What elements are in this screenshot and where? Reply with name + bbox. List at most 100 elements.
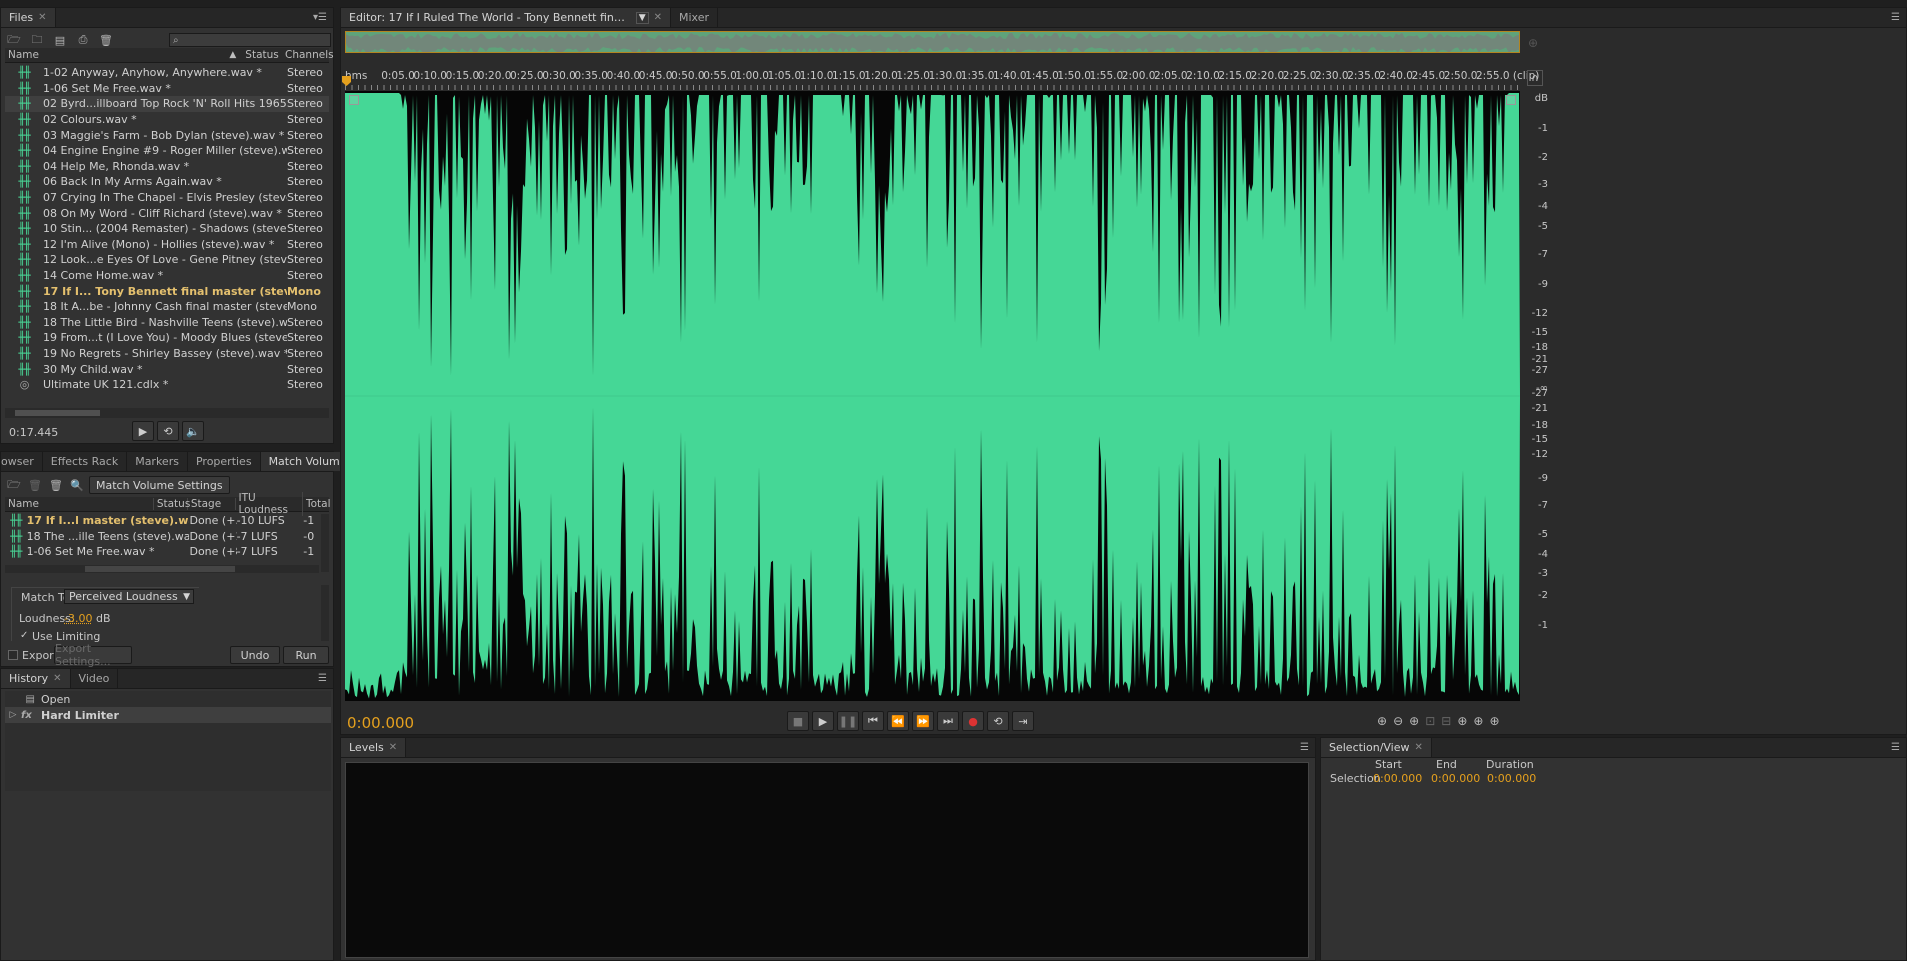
- open-folder-icon[interactable]: 🗁: [5, 477, 23, 493]
- save-icon[interactable]: ⎙: [74, 32, 92, 48]
- close-icon[interactable]: ✕: [389, 742, 397, 753]
- file-row[interactable]: ╫╫ 1-02 Anyway, Anyhow, Anywhere.wav * Ste…: [5, 65, 329, 81]
- import-icon[interactable]: 🗀: [28, 32, 46, 48]
- col-name[interactable]: Name: [5, 498, 154, 510]
- fade-in-handle[interactable]: [349, 95, 359, 105]
- tab-mixer[interactable]: Mixer: [671, 8, 719, 27]
- history-item[interactable]: ▤ Open: [5, 691, 331, 707]
- sort-icon[interactable]: ▲: [229, 50, 245, 60]
- play-button[interactable]: ▶: [812, 711, 834, 731]
- file-row[interactable]: ╫╫ 08 On My Word - Cliff Richard (steve).…: [5, 205, 329, 221]
- file-row[interactable]: ╫╫ 04 Help Me, Rhonda.wav * Stereo: [5, 159, 329, 175]
- fade-out-handle[interactable]: [1506, 95, 1516, 105]
- zoom-in-left-icon[interactable]: ⊕: [1457, 714, 1467, 728]
- zoom-out-full-icon[interactable]: ⊟: [1441, 714, 1451, 728]
- mv-hscroll-thumb[interactable]: [85, 566, 235, 572]
- skip-selection-button[interactable]: ⇥: [1012, 711, 1034, 731]
- clear-icon[interactable]: 🗑: [47, 477, 65, 493]
- file-row[interactable]: ╫╫ 06 Back In My Arms Again.wav * Stereo: [5, 174, 329, 190]
- tab-levels[interactable]: Levels ✕: [341, 738, 407, 757]
- tab-properties[interactable]: Properties: [188, 452, 261, 471]
- file-row[interactable]: ╫╫ 12 I'm Alive (Mono) - Hollies (steve).…: [5, 237, 329, 253]
- export-checkbox[interactable]: [8, 650, 18, 660]
- loop-button[interactable]: ⟲: [987, 711, 1009, 731]
- file-row[interactable]: ╫╫ 10 Stin... (2004 Remaster) - Shadows (…: [5, 221, 329, 237]
- time-ruler[interactable]: hms 0:05.0 0:10.0 0:15.0 0:20.0 0:25.0 0:30.0 0…: [345, 68, 1539, 90]
- mv-vscrollbar[interactable]: [321, 514, 329, 572]
- go-to-start-button[interactable]: ⏮: [862, 711, 884, 731]
- preview-autoplay-button[interactable]: 🔈: [182, 421, 204, 441]
- preview-play-button[interactable]: ▶: [132, 421, 154, 441]
- close-icon[interactable]: ✕: [53, 673, 61, 684]
- col-name[interactable]: Name: [5, 49, 229, 61]
- file-row[interactable]: ╫╫ 03 Maggie's Farm - Bob Dylan (steve).w…: [5, 127, 329, 143]
- use-limiting-checkbox[interactable]: ✓: [20, 630, 28, 641]
- files-hscrollbar[interactable]: [5, 408, 329, 418]
- remove-icon[interactable]: 🗑: [26, 477, 44, 493]
- tab-markers[interactable]: Markers: [127, 452, 188, 471]
- col-channels[interactable]: Channels: [285, 49, 334, 61]
- file-row[interactable]: ╫╫ 18 It A...be - Johnny Cash final maste…: [5, 299, 329, 315]
- file-row[interactable]: ╫╫ 30 My Child.wav * Stereo: [5, 361, 329, 377]
- go-to-end-button[interactable]: ⏭: [937, 711, 959, 731]
- open-folder-icon[interactable]: 🗁: [5, 32, 23, 48]
- rewind-button[interactable]: ⏪: [887, 711, 909, 731]
- col-stage[interactable]: Stage: [188, 498, 236, 510]
- zoom-selection-icon[interactable]: ⊡: [1425, 714, 1435, 728]
- close-icon[interactable]: ✕: [1415, 742, 1423, 753]
- files-hscroll-thumb[interactable]: [15, 410, 100, 416]
- file-row[interactable]: ╫╫ 02 Colours.wav * Stereo: [5, 112, 329, 128]
- panel-menu-icon[interactable]: ☰: [1294, 738, 1315, 757]
- file-row[interactable]: ╫╫ 02 Byrd...illboard Top Rock 'N' Roll H…: [5, 96, 329, 112]
- col-status[interactable]: Status: [154, 498, 190, 510]
- history-item[interactable]: ▷ fx Hard Limiter: [5, 707, 331, 723]
- zoom-in-right-icon[interactable]: ⊕: [1473, 714, 1483, 728]
- match-volume-row[interactable]: ╫╫ 18 The ...ille Teens (steve).wav * Done…: [5, 529, 319, 545]
- selection-duration-value[interactable]: 0:00.000: [1487, 772, 1536, 785]
- record-button[interactable]: ●: [962, 711, 984, 731]
- file-row[interactable]: ╫╫ 14 Come Home.wav * Stereo: [5, 268, 329, 284]
- trash-icon[interactable]: 🗑: [97, 32, 115, 48]
- current-time-display[interactable]: 0:00.000: [347, 714, 414, 732]
- match-volume-settings-button[interactable]: Match Volume Settings: [89, 476, 230, 494]
- analyze-icon[interactable]: 🔍: [68, 477, 86, 493]
- expand-icon[interactable]: ▷: [5, 710, 21, 720]
- col-total[interactable]: Total: [303, 498, 331, 510]
- tab-media-browser[interactable]: owser: [1, 452, 43, 471]
- close-icon[interactable]: ✕: [38, 12, 46, 23]
- close-icon[interactable]: ✕: [654, 12, 662, 23]
- col-status[interactable]: Status: [245, 49, 285, 61]
- preview-loop-button[interactable]: ⟲: [157, 421, 179, 441]
- selection-end-value[interactable]: 0:00.000: [1431, 772, 1480, 785]
- pause-button[interactable]: ❚❚: [837, 711, 859, 731]
- file-row[interactable]: ╫╫ 18 The Little Bird - Nashville Teens (…: [5, 315, 329, 331]
- panel-menu-icon[interactable]: ☰: [1885, 8, 1906, 27]
- stop-button[interactable]: ■: [787, 711, 809, 731]
- files-search-input[interactable]: ⌕: [169, 33, 331, 47]
- file-row[interactable]: ╫╫ 04 Engine Engine #9 - Roger Miller (st…: [5, 143, 329, 159]
- zoom-full-icon[interactable]: ⊕: [1489, 714, 1499, 728]
- zoom-scroll-icon[interactable]: ⊕: [1528, 36, 1538, 50]
- zoom-in-amplitude-icon[interactable]: ⊕: [1377, 714, 1387, 728]
- loudness-value[interactable]: -3.00: [64, 612, 92, 625]
- match-volume-row[interactable]: ╫╫ 17 If I...l master (steve).wav *Done (…: [5, 513, 319, 529]
- headphones-icon[interactable]: ∩: [1527, 70, 1543, 86]
- tab-effects-rack[interactable]: Effects Rack: [43, 452, 128, 471]
- fast-forward-button[interactable]: ⏩: [912, 711, 934, 731]
- file-row[interactable]: ╫╫ 1-06 Set Me Free.wav * Stereo: [5, 81, 329, 97]
- settings-vscrollbar[interactable]: [321, 585, 329, 641]
- zoom-in-time-icon[interactable]: ⊕: [1409, 714, 1419, 728]
- mv-hscrollbar[interactable]: [5, 565, 319, 573]
- file-row[interactable]: ╫╫ 07 Crying In The Chapel - Elvis Presle…: [5, 190, 329, 206]
- run-button[interactable]: Run: [283, 646, 329, 664]
- waveform-overview[interactable]: [345, 31, 1520, 53]
- file-row[interactable]: ╫╫ 12 Look...e Eyes Of Love - Gene Pitney…: [5, 252, 329, 268]
- export-settings-button[interactable]: Export Settings...: [54, 642, 132, 668]
- new-file-icon[interactable]: ▤: [51, 32, 69, 48]
- match-volume-row[interactable]: ╫╫ 1-06 Set Me Free.wav * Done (+8...-7 LU…: [5, 544, 319, 560]
- undo-button[interactable]: Undo: [230, 646, 280, 664]
- panel-menu-icon[interactable]: ☰: [1885, 738, 1906, 757]
- db-scale[interactable]: dB -1 -2 -3 -4 -5 -7 -9 -12 -15 -18 -21 -27 -∞ -27 -21-…: [1521, 91, 1551, 701]
- tab-history[interactable]: History ✕: [1, 669, 71, 688]
- selection-start-value[interactable]: 0:00.000: [1373, 772, 1422, 785]
